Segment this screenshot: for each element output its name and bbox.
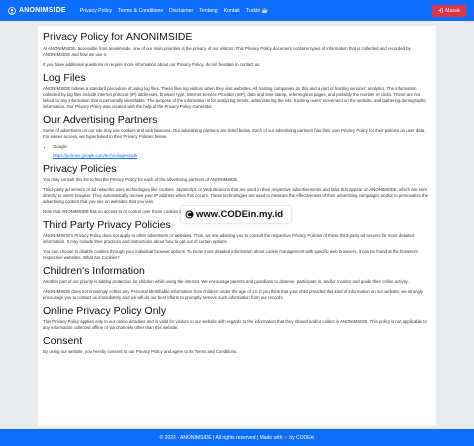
user-circle-icon	[8, 6, 16, 15]
partner-item-google: Google	[53, 144, 431, 150]
children-paragraph-2: ANONIMSIDE does not knowingly collect an…	[43, 289, 423, 300]
footer-copyright: © 2022 - ANONIMSIDE | All rights reserve…	[159, 434, 283, 441]
consent-paragraph: By using our website, you hereby consent…	[43, 349, 238, 354]
children-paragraph-1: Another part of our priority is adding p…	[43, 279, 409, 284]
third-party-paragraph-1: ANONIMSIDE's Privacy Policy does not app…	[43, 233, 414, 244]
children-heading: Children's Information	[43, 265, 145, 277]
advertising-paragraph: Some of advertisers on our site may use …	[43, 128, 426, 139]
online-policy-paragraph: This Privacy Policy applies only to our …	[43, 319, 427, 330]
privacy-policies-paragraph-2: Third-party ad servers or ad networks us…	[43, 187, 429, 204]
privacy-policies-heading: Privacy Policies	[43, 163, 117, 175]
advertising-heading: Our Advertising Partners	[43, 114, 158, 126]
watermark-text: www.CODEin.my.id	[196, 209, 284, 220]
nav-link-kontak[interactable]: Kontak	[224, 8, 240, 14]
login-button[interactable]: Masuk	[432, 4, 466, 17]
google-policy-link[interactable]: https://policies.google.com/technologies…	[53, 153, 431, 159]
log-files-heading: Log Files	[43, 72, 86, 84]
privacy-policies-paragraph-1: You may consult this list to find the Pr…	[43, 177, 239, 182]
footer: © 2022 - ANONIMSIDE | All rights reserve…	[0, 429, 474, 446]
top-navbar: ANONIMSIDE Privacy Policy Terms & Condit…	[0, 0, 474, 21]
partner-list: Google	[53, 144, 431, 150]
login-icon	[438, 8, 444, 13]
online-policy-heading: Online Privacy Policy Only	[43, 305, 167, 317]
privacy-policy-card: Privacy Policy for ANONIMSIDE At ANONIMS…	[38, 26, 436, 426]
log-files-paragraph: ANONIMSIDE follows a standard procedure …	[43, 86, 427, 109]
intro-paragraph-2: If you have additional questions or requ…	[43, 62, 261, 67]
intro-paragraph-1: At ANONIMSIDE, accessible from anonimsid…	[43, 46, 411, 57]
nav-link-privacy-policy[interactable]: Privacy Policy	[80, 8, 112, 14]
heart-icon: ♥	[284, 434, 288, 441]
nav-link-tentang[interactable]: Tentang	[199, 8, 217, 14]
codein-logo-icon	[185, 210, 194, 219]
page-title: Privacy Policy for ANONIMSIDE	[43, 31, 193, 43]
nav-link-disclaimer[interactable]: Disclaimer	[169, 8, 193, 14]
brand-name: ANONIMSIDE	[19, 7, 66, 14]
nav-link-terms[interactable]: Terms & Conditions	[118, 8, 163, 14]
consent-heading: Consent	[43, 335, 83, 347]
brand[interactable]: ANONIMSIDE	[8, 6, 66, 15]
nav-link-traktir[interactable]: Traktir ☕	[246, 8, 268, 14]
codein-watermark: www.CODEin.my.id	[181, 206, 291, 223]
login-label: Masuk	[445, 7, 460, 14]
footer-credit[interactable]: by CODEin	[289, 435, 314, 441]
third-party-paragraph-2: You can choose to disable cookies throug…	[43, 249, 419, 260]
